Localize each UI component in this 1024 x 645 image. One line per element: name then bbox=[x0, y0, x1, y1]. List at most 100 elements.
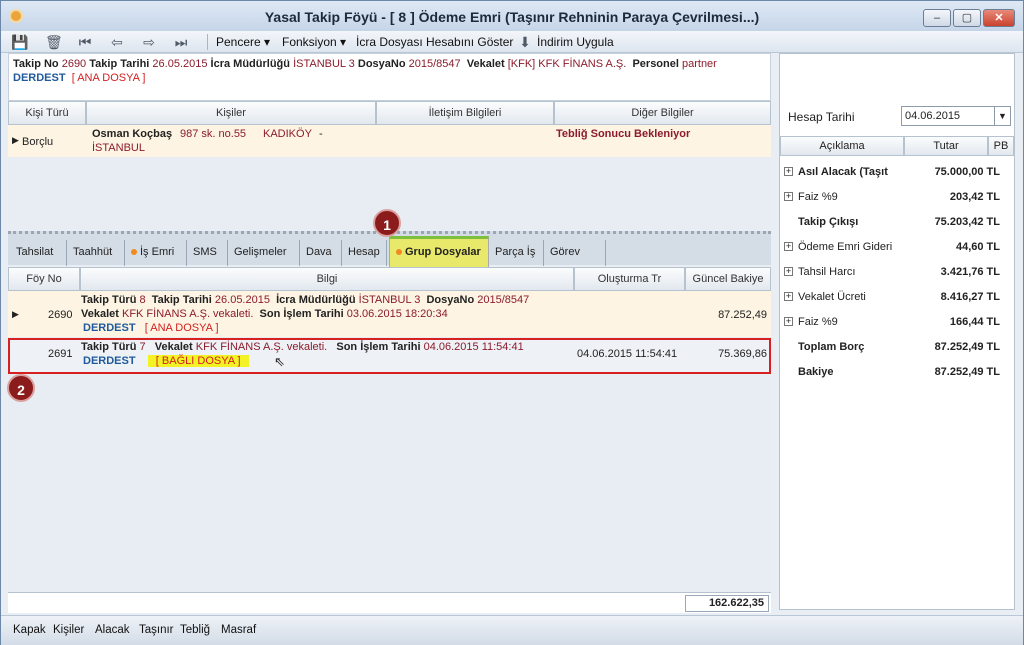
vekalet-value: [KFK] KFK FİNANS A.Ş. bbox=[507, 58, 627, 70]
tab-sms[interactable]: SMS bbox=[189, 240, 228, 266]
account-row[interactable]: + Asıl Alacak (Taşıt 75.000,00 TL bbox=[780, 160, 1014, 184]
tab-dava[interactable]: Dava bbox=[302, 240, 342, 266]
vekalet-label: Vekalet bbox=[81, 308, 119, 320]
status-bar: Kapak Kişiler Alacak Taşınır Tebliğ Masr… bbox=[1, 615, 1023, 645]
account-row[interactable]: + Faiz %9 203,42 TL bbox=[780, 185, 1014, 209]
expand-plus-icon[interactable]: + bbox=[784, 317, 793, 326]
account-amount: 87.252,49 TL bbox=[934, 341, 1000, 353]
status-alacak[interactable]: Alacak bbox=[95, 624, 130, 636]
status-tasinir[interactable]: Taşınır bbox=[139, 624, 174, 636]
annotation-badge-2: 2 bbox=[7, 374, 35, 402]
tab-taahhut[interactable]: Taahhüt bbox=[69, 240, 125, 266]
tab-parca-is[interactable]: Parça İş bbox=[491, 240, 544, 266]
save-icon[interactable]: 💾 bbox=[11, 34, 28, 50]
status-masraf[interactable]: Masraf bbox=[221, 624, 256, 636]
dosya-value: 2015/8547 bbox=[408, 58, 461, 70]
tab-tahsilat[interactable]: Tahsilat bbox=[12, 240, 67, 266]
party-row[interactable]: ▶ Borçlu Osman Koçbaş 987 sk. no.55 KADI… bbox=[8, 125, 771, 157]
tab-hesap[interactable]: Hesap bbox=[344, 240, 387, 266]
account-row[interactable]: Bakiye 87.252,49 TL bbox=[780, 360, 1014, 384]
son-islem-label: Son İşlem Tarihi bbox=[259, 308, 344, 320]
tab-grup-dosyalar-label: Grup Dosyalar bbox=[405, 246, 481, 258]
account-row[interactable]: + Vekalet Ücreti 8.416,27 TL bbox=[780, 285, 1014, 309]
status-kapak[interactable]: Kapak bbox=[13, 624, 46, 636]
title-bar: Yasal Takip Föyü - [ 8 ] Ödeme Emri (Taş… bbox=[1, 1, 1023, 31]
col-aciklama[interactable]: Açıklama bbox=[780, 136, 904, 156]
account-desc: Asıl Alacak (Taşıt bbox=[798, 166, 888, 178]
status-kisiler[interactable]: Kişiler bbox=[53, 624, 84, 636]
col-tutar[interactable]: Tutar bbox=[904, 136, 988, 156]
col-bilgi[interactable]: Bilgi bbox=[80, 267, 574, 291]
maximize-button[interactable]: ▢ bbox=[953, 9, 981, 27]
expand-plus-icon[interactable]: + bbox=[784, 292, 793, 301]
icra-label: İcra Müdürlüğü bbox=[210, 58, 290, 70]
col-foy-no[interactable]: Föy No bbox=[8, 267, 80, 291]
tab-gorev[interactable]: Görev bbox=[546, 240, 606, 266]
account-desc: Ödeme Emri Gideri bbox=[798, 241, 893, 253]
takip-tarihi-label: Takip Tarihi bbox=[151, 294, 212, 306]
hesap-tarihi-value: 04.06.2015 bbox=[905, 110, 961, 122]
account-row[interactable]: + Faiz %9 166,44 TL bbox=[780, 310, 1014, 334]
account-desc: Takip Çıkışı bbox=[798, 216, 859, 228]
tab-is-emri-label: İş Emri bbox=[140, 246, 175, 258]
chevron-down-icon[interactable]: ▼ bbox=[994, 107, 1010, 125]
hesap-tarihi-select[interactable]: 04.06.2015 ▼ bbox=[901, 106, 1011, 126]
takip-tarihi-label: Takip Tarihi bbox=[89, 58, 150, 70]
takip-turu-value: 8 bbox=[139, 294, 146, 306]
account-row[interactable]: + Tahsil Harcı 3.421,76 TL bbox=[780, 260, 1014, 284]
expand-plus-icon[interactable]: + bbox=[784, 242, 793, 251]
col-guncel-bakiye[interactable]: Güncel Bakiye bbox=[685, 267, 771, 291]
col-iletisim[interactable]: İletişim Bilgileri bbox=[376, 101, 554, 125]
account-row[interactable]: Toplam Borç 87.252,49 TL bbox=[780, 335, 1014, 359]
ana-dosya-tag: [ ANA DOSYA ] bbox=[144, 322, 219, 334]
account-desc: Faiz %9 bbox=[798, 316, 838, 328]
next-record-icon[interactable]: ⇨ bbox=[141, 34, 157, 50]
party-city: İSTANBUL bbox=[92, 142, 145, 154]
status-teblig[interactable]: Tebliğ bbox=[180, 624, 210, 636]
delete-icon[interactable]: 🗑 bbox=[45, 34, 63, 50]
first-record-icon[interactable]: ⏮ bbox=[77, 34, 93, 50]
col-kisi-turu[interactable]: Kişi Türü bbox=[8, 101, 86, 125]
group-files-grid: Föy No Bilgi Oluşturma Tr Güncel Bakiye … bbox=[8, 267, 771, 613]
indirim-uygula-button[interactable]: İndirim Uygula bbox=[537, 35, 614, 49]
icra-hesabi-goster-button[interactable]: İcra Dosyası Hesabını Göster bbox=[356, 35, 513, 49]
menu-fonksiyon[interactable]: Fonksiyon ▾ bbox=[282, 35, 346, 49]
previous-record-icon[interactable]: ⇦ bbox=[109, 34, 125, 50]
icra-label: İcra Müdürlüğü bbox=[276, 294, 356, 306]
account-desc: Vekalet Ücreti bbox=[798, 291, 866, 303]
expand-plus-icon[interactable]: + bbox=[784, 192, 793, 201]
status-derdest: DERDEST bbox=[83, 322, 136, 334]
expand-plus-icon[interactable]: + bbox=[784, 167, 793, 176]
close-button[interactable]: ✕ bbox=[983, 9, 1015, 27]
hesap-tarihi-label: Hesap Tarihi bbox=[788, 110, 855, 124]
status-derdest: DERDEST bbox=[13, 72, 66, 84]
toolbar-separator bbox=[207, 34, 208, 50]
last-record-icon[interactable]: ⏭ bbox=[173, 34, 189, 50]
expand-plus-icon[interactable]: + bbox=[784, 267, 793, 276]
account-desc: Toplam Borç bbox=[798, 341, 865, 353]
account-row[interactable]: + Ödeme Emri Gideri 44,60 TL bbox=[780, 235, 1014, 259]
col-diger[interactable]: Diğer Bilgiler bbox=[554, 101, 771, 125]
takip-tarihi-value: 26.05.2015 bbox=[152, 58, 208, 70]
toolbar: 💾 🗑 ⏮ ⇦ ⇨ ⏭ Pencere ▾ Fonksiyon ▾ İcra D… bbox=[1, 31, 1023, 53]
col-olusturma[interactable]: Oluşturma Tr bbox=[574, 267, 685, 291]
vekalet-label: Vekalet bbox=[466, 58, 505, 70]
party-dash: - bbox=[319, 128, 323, 140]
menu-pencere[interactable]: Pencere ▾ bbox=[216, 35, 270, 49]
tab-is-emri[interactable]: İş Emri bbox=[127, 240, 187, 266]
group-row-2690[interactable]: ▶ 2690 Takip Türü 8 Takip Tarihi 26.05.2… bbox=[8, 291, 771, 337]
dosya-label: DosyaNo bbox=[426, 294, 475, 306]
tab-grup-dosyalar[interactable]: Grup Dosyalar bbox=[389, 236, 489, 268]
account-amount: 75.000,00 TL bbox=[934, 166, 1000, 178]
row-pointer-icon: ▶ bbox=[12, 309, 19, 319]
tab-gelismeler[interactable]: Gelişmeler bbox=[230, 240, 300, 266]
indicator-dot-icon bbox=[131, 249, 137, 256]
annotation-badge-1: 1 bbox=[373, 209, 401, 237]
account-row[interactable]: Takip Çıkışı 75.203,42 TL bbox=[780, 210, 1014, 234]
minimize-button[interactable]: – bbox=[923, 9, 951, 27]
col-kisiler[interactable]: Kişiler bbox=[86, 101, 376, 125]
grid-footer: 162.622,35 bbox=[8, 592, 771, 613]
col-pb[interactable]: PB bbox=[988, 136, 1014, 156]
icra-value: İSTANBUL 3 bbox=[293, 58, 355, 70]
account-amount: 75.203,42 TL bbox=[934, 216, 1000, 228]
